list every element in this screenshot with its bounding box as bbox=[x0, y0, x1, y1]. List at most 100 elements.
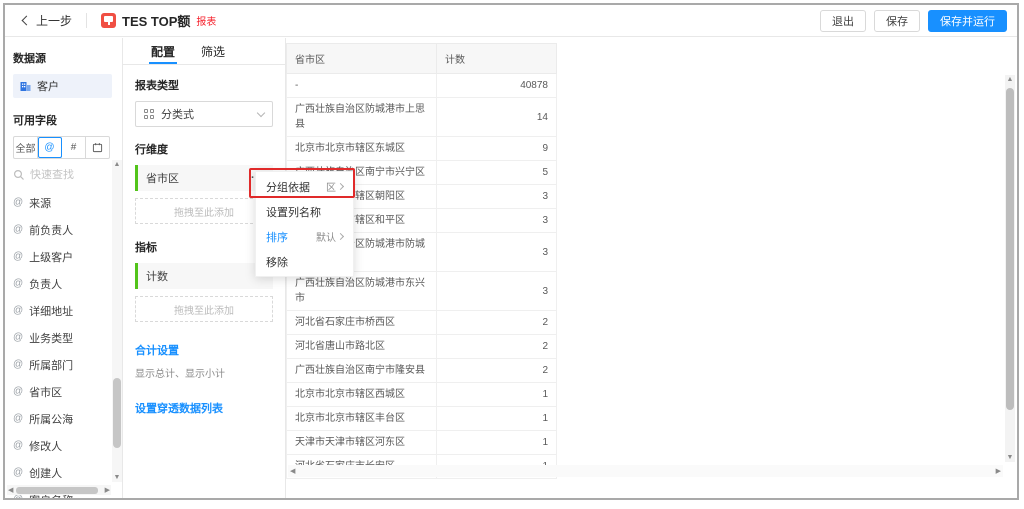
scroll-down-icon[interactable]: ▼ bbox=[1007, 454, 1014, 461]
menu-item-sort[interactable]: 排序 默认 bbox=[256, 224, 353, 249]
report-type-value: 分类式 bbox=[161, 106, 194, 122]
divider bbox=[86, 13, 87, 28]
table-row: 北京市北京市辖区丰台区1 bbox=[287, 407, 557, 431]
region-cell: 河北省唐山市路北区 bbox=[287, 335, 437, 359]
field-item-business-type[interactable]: @业务类型 bbox=[13, 324, 112, 351]
count-cell: 2 bbox=[437, 359, 557, 383]
filter-tab-number[interactable]: # bbox=[62, 137, 86, 158]
table-vertical-scrollbar[interactable]: ▲ ▼ bbox=[1005, 75, 1015, 462]
scrollbar-thumb[interactable] bbox=[113, 378, 121, 448]
field-label: 创建人 bbox=[29, 465, 62, 481]
dimension-context-menu: 分组依据 区 设置列名称 排序 默认 移除 bbox=[255, 171, 354, 277]
count-cell: 9 bbox=[437, 137, 557, 161]
menu-item-label: 设置列名称 bbox=[266, 204, 321, 220]
at-icon: @ bbox=[13, 359, 23, 370]
region-cell: 广西壮族自治区防城港市东兴市 bbox=[287, 272, 437, 311]
scrollbar-thumb[interactable] bbox=[1006, 88, 1014, 410]
report-type-select[interactable]: 分类式 bbox=[135, 101, 273, 127]
scroll-up-icon[interactable]: ▲ bbox=[1007, 76, 1014, 83]
app-window: 上一步 TES TOP额 报表 退出 保存 保存并运行 数据源 客户 可用字段 bbox=[3, 3, 1019, 500]
report-type-label: 报表类型 bbox=[135, 77, 273, 93]
drill-through-link[interactable]: 设置穿透数据列表 bbox=[135, 400, 273, 416]
exit-button[interactable]: 退出 bbox=[820, 10, 866, 32]
field-label: 来源 bbox=[29, 195, 51, 211]
scroll-down-icon[interactable]: ▼ bbox=[114, 474, 121, 481]
field-search[interactable] bbox=[13, 169, 112, 181]
datasource-item-customer[interactable]: 客户 bbox=[13, 74, 112, 98]
tab-configure[interactable]: 配置 bbox=[151, 38, 175, 64]
region-cell: 北京市北京市辖区西城区 bbox=[287, 383, 437, 407]
table-row: 河北省石家庄市桥西区2 bbox=[287, 311, 557, 335]
field-label: 上级客户 bbox=[29, 249, 73, 265]
totals-settings-link[interactable]: 合计设置 bbox=[135, 342, 273, 358]
row-dimension-label: 行维度 bbox=[135, 141, 273, 157]
table-row: 广西壮族自治区防城港市东兴市3 bbox=[287, 272, 557, 311]
back-button[interactable]: 上一步 bbox=[23, 12, 72, 29]
table-horizontal-scrollbar[interactable]: ◀ ▶ bbox=[288, 465, 1003, 477]
region-cell: 广西壮族自治区南宁市隆安县 bbox=[287, 359, 437, 383]
field-item-parent-customer[interactable]: @上级客户 bbox=[13, 243, 112, 270]
save-button[interactable]: 保存 bbox=[874, 10, 920, 32]
count-cell: 3 bbox=[437, 272, 557, 311]
metric-item-count[interactable]: 计数 bbox=[135, 263, 273, 289]
count-cell: 3 bbox=[437, 233, 557, 272]
field-item-department[interactable]: @ 所属部门 bbox=[13, 351, 112, 378]
count-cell: 1 bbox=[437, 383, 557, 407]
count-cell: 5 bbox=[437, 161, 557, 185]
totals-description: 显示总计、显示小计 bbox=[135, 365, 273, 380]
field-label: 负责人 bbox=[29, 276, 62, 292]
at-icon: @ bbox=[13, 332, 23, 343]
count-cell: 3 bbox=[437, 185, 557, 209]
at-icon: @ bbox=[13, 197, 23, 208]
topbar: 上一步 TES TOP额 报表 退出 保存 保存并运行 bbox=[5, 5, 1017, 37]
sidebar-horizontal-scrollbar[interactable]: ◀ ▶ bbox=[7, 485, 111, 495]
scroll-right-icon[interactable]: ▶ bbox=[996, 468, 1001, 475]
field-item-public-pool[interactable]: @所属公海 bbox=[13, 405, 112, 432]
tab-filter[interactable]: 筛选 bbox=[201, 38, 225, 64]
column-header-region: 省市区 bbox=[287, 44, 437, 74]
sidebar: 数据源 客户 可用字段 全部 @ # bbox=[5, 38, 123, 498]
dimension-dropzone[interactable]: 拖拽至此添加 bbox=[135, 198, 273, 224]
field-filter-tabs: 全部 @ # bbox=[13, 136, 110, 159]
menu-item-value: 区 bbox=[326, 179, 336, 194]
filter-tab-date[interactable] bbox=[86, 137, 109, 158]
menu-item-set-column-name[interactable]: 设置列名称 bbox=[256, 199, 353, 224]
report-icon bbox=[101, 13, 116, 28]
field-item-address[interactable]: @ 详细地址 bbox=[13, 297, 112, 324]
count-cell: 2 bbox=[437, 311, 557, 335]
scroll-up-icon[interactable]: ▲ bbox=[114, 161, 121, 168]
field-item-creator[interactable]: @创建人 bbox=[13, 459, 112, 486]
building-icon bbox=[19, 80, 32, 93]
filter-tab-all[interactable]: 全部 bbox=[14, 137, 38, 158]
sidebar-vertical-scrollbar[interactable]: ▲ ▼ bbox=[112, 160, 122, 482]
dimension-label: 省市区 bbox=[146, 170, 179, 186]
scroll-left-icon[interactable]: ◀ bbox=[290, 468, 295, 475]
field-label: 所属部门 bbox=[29, 357, 73, 373]
field-item-modifier[interactable]: @修改人 bbox=[13, 432, 112, 459]
metrics-label: 指标 bbox=[135, 239, 273, 255]
field-label: 省市区 bbox=[29, 384, 62, 400]
field-item-region[interactable]: @省市区 bbox=[13, 378, 112, 405]
field-item-prev-owner[interactable]: @前负责人 bbox=[13, 216, 112, 243]
row-dimension-item-region[interactable]: 省市区 ··· bbox=[135, 165, 273, 191]
at-icon: @ bbox=[13, 224, 23, 235]
at-icon: @ bbox=[13, 305, 23, 316]
table-row: 北京市北京市辖区西城区1 bbox=[287, 383, 557, 407]
menu-item-group-by[interactable]: 分组依据 区 bbox=[256, 174, 353, 199]
field-item-owner[interactable]: @负责人 bbox=[13, 270, 112, 297]
menu-item-label: 排序 bbox=[266, 229, 288, 245]
table-row: 广西壮族自治区防城港市上思县14 bbox=[287, 98, 557, 137]
scroll-left-icon[interactable]: ◀ bbox=[8, 487, 13, 494]
scroll-right-icon[interactable]: ▶ bbox=[105, 487, 110, 494]
chevron-down-icon bbox=[257, 108, 265, 116]
scrollbar-thumb[interactable] bbox=[16, 487, 98, 494]
menu-item-remove[interactable]: 移除 bbox=[256, 249, 353, 274]
save-and-run-button[interactable]: 保存并运行 bbox=[928, 10, 1007, 32]
field-item-source[interactable]: @ 来源 bbox=[13, 189, 112, 216]
filter-tab-text[interactable]: @ bbox=[38, 137, 62, 158]
search-input[interactable] bbox=[30, 169, 104, 181]
field-label: 详细地址 bbox=[29, 303, 73, 319]
content: 数据源 客户 可用字段 全部 @ # bbox=[5, 38, 1017, 498]
count-cell: 14 bbox=[437, 98, 557, 137]
metric-dropzone[interactable]: 拖拽至此添加 bbox=[135, 296, 273, 322]
